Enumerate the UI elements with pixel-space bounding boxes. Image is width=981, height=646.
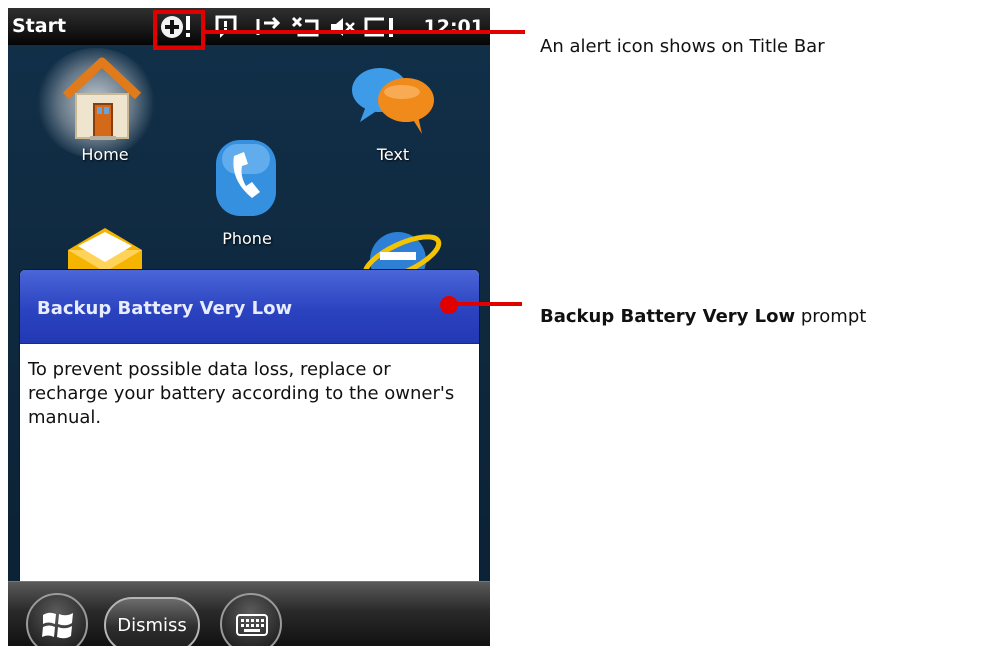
backup-battery-dialog: Backup Battery Very Low To prevent possi…: [19, 269, 480, 609]
prompt-callout-suffix: prompt: [795, 306, 867, 327]
volume-muted-icon: [331, 18, 355, 36]
email-icon: [68, 228, 142, 270]
prompt-callout-line: [450, 302, 522, 306]
phone-label: Phone: [222, 229, 272, 248]
connectivity-icon: [256, 16, 281, 35]
clock-time[interactable]: 12:01: [424, 16, 484, 38]
no-signal-icon: [291, 16, 319, 37]
notification-icon[interactable]: [214, 15, 240, 39]
alert-icon-highlight-box: [153, 10, 205, 50]
start-title[interactable]: Start: [12, 15, 66, 37]
dialog-title: Backup Battery Very Low: [37, 298, 293, 319]
prompt-callout-bold: Backup Battery Very Low: [540, 306, 796, 327]
home-icon: [62, 57, 142, 140]
windows-logo-icon: [42, 612, 73, 639]
phone-screen: Start 12:01 Home Text Phone Backup Batte…: [8, 8, 490, 646]
phone-icon: [216, 140, 276, 216]
dialog-header: Backup Battery Very Low: [20, 270, 479, 344]
internet-explorer-icon: [362, 232, 442, 272]
prompt-callout-text: Backup Battery Very Low prompt: [540, 306, 866, 327]
text-label: Text: [376, 145, 410, 164]
start-menu-button[interactable]: [26, 593, 88, 646]
text-message-icon: [352, 68, 434, 134]
keyboard-button[interactable]: [220, 593, 282, 646]
battery-low-icon: [364, 17, 393, 37]
alert-callout-text: An alert icon shows on Title Bar: [540, 36, 825, 57]
alert-callout-line: [205, 30, 525, 34]
title-bar: Start 12:01: [8, 8, 490, 45]
dismiss-button[interactable]: Dismiss: [104, 597, 200, 646]
home-label: Home: [81, 145, 129, 164]
dialog-message: To prevent possible data loss, replace o…: [28, 359, 455, 428]
keyboard-icon: [236, 614, 268, 636]
